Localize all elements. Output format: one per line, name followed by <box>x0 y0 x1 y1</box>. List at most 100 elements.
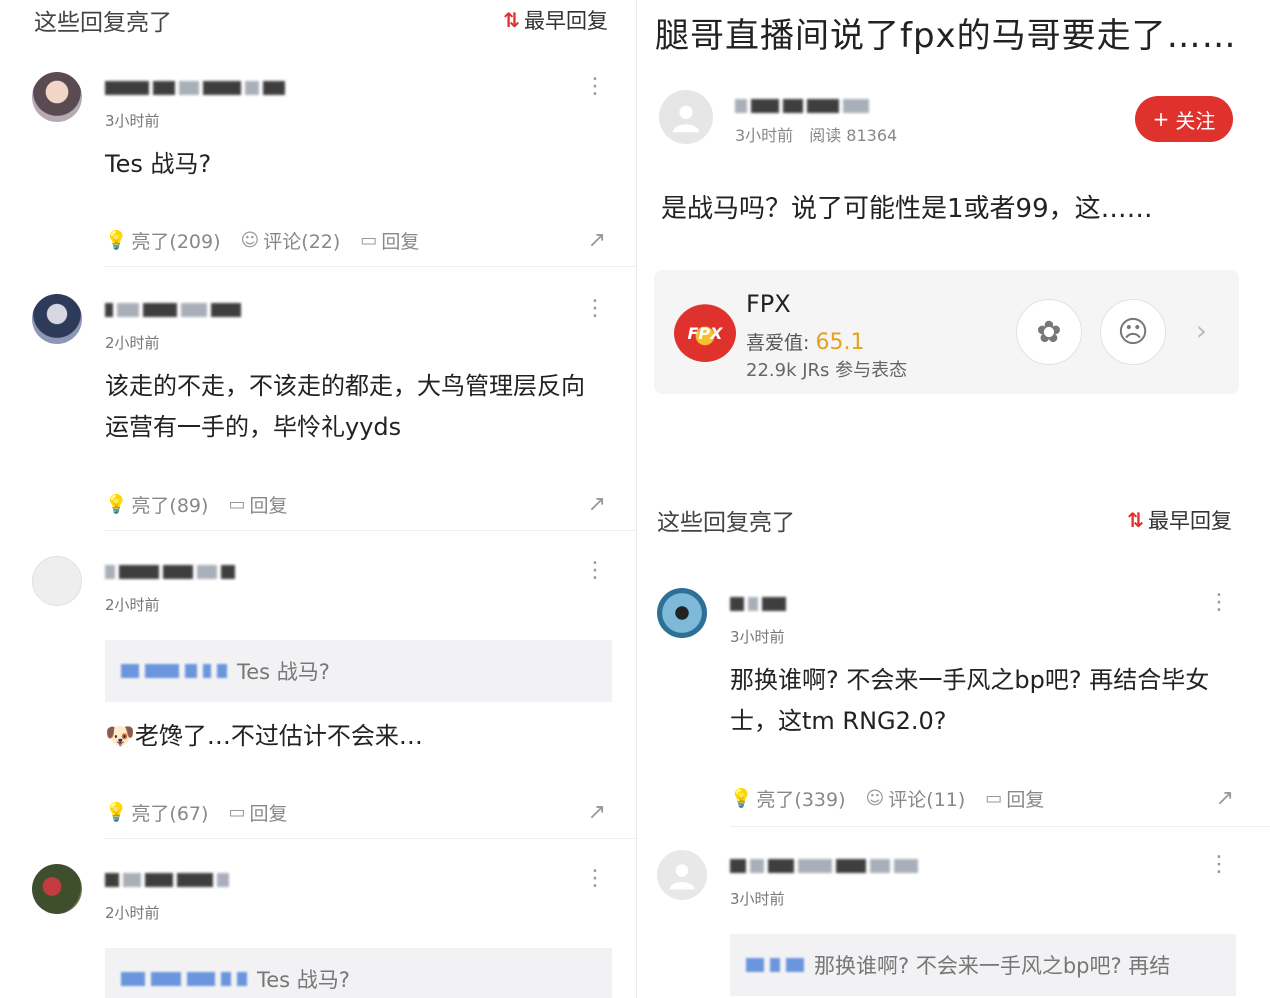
comment-time: 3小时前 <box>730 628 785 646</box>
quoted-username-blurred <box>746 958 804 972</box>
bright-replies-header: 这些回复亮了 ⇅ 最早回复 <box>34 0 608 40</box>
comment-text: Tes 战马? <box>105 150 212 178</box>
left-thread-panel: 这些回复亮了 ⇅ 最早回复 3小时前 ⋮ Tes 战马? 💡 亮了(209) ☺ 评… <box>0 0 637 998</box>
avatar[interactable] <box>32 864 82 914</box>
comment-line: 那换谁啊? 不会来一手风之bp吧? 再结合毕女 <box>730 666 1210 694</box>
avatar[interactable] <box>657 850 707 900</box>
more-options-icon[interactable]: ⋮ <box>584 298 606 320</box>
username-blurred[interactable] <box>730 854 918 878</box>
comment-time: 2小时前 <box>105 596 160 614</box>
reply-label: 回复 <box>1006 788 1045 811</box>
author-name-blurred[interactable] <box>735 94 869 118</box>
plus-icon: + <box>1152 107 1170 131</box>
comment-icon: ☺ <box>865 787 885 809</box>
team-name: FPX <box>746 290 791 318</box>
reply-button[interactable]: ▭ 回复 <box>228 491 287 518</box>
reply-button[interactable]: ▭ 回复 <box>228 799 287 826</box>
username-blurred[interactable] <box>105 868 229 892</box>
divider <box>730 826 1270 827</box>
like-button[interactable]: 💡 亮了(339) <box>730 785 846 812</box>
lightbulb-icon: 💡 <box>105 493 128 515</box>
like-button[interactable]: 💡 亮了(209) <box>105 227 221 254</box>
like-label: 亮了(209) <box>131 230 221 253</box>
sort-button[interactable]: ⇅ 最早回复 <box>503 5 608 35</box>
more-options-icon[interactable]: ⋮ <box>584 76 606 98</box>
quoted-text: 那换谁啊? 不会来一手风之bp吧? 再结 <box>814 954 1171 978</box>
default-avatar-icon <box>669 864 695 890</box>
comment-line: 运营有一手的，毕怜礼yyds <box>105 413 402 441</box>
divider <box>105 266 636 267</box>
like-label: 亮了(339) <box>756 788 846 811</box>
quoted-username-blurred <box>121 972 247 986</box>
comment-text: 该走的不走，不该走的都走，大鸟管理层反向 运营有一手的，毕怜礼yyds <box>105 366 606 448</box>
quoted-reply[interactable]: Tes 战马? <box>105 948 612 998</box>
comment-time: 2小时前 <box>105 904 160 922</box>
reply-button[interactable]: ▭ 回复 <box>360 227 419 254</box>
reply-label: 回复 <box>381 230 420 253</box>
lightbulb-icon: 💡 <box>105 801 128 823</box>
divider <box>105 530 636 531</box>
reply-label: 回复 <box>249 802 288 825</box>
username-blurred[interactable] <box>105 76 285 100</box>
comment-icon: ☺ <box>240 229 260 251</box>
comment-actions: 💡 亮了(339) ☺ 评论(11) ▭ 回复 ↗ <box>730 782 1234 814</box>
comment-button[interactable]: ☺ 评论(11) <box>866 785 966 812</box>
like-button[interactable]: 💡 亮了(67) <box>105 799 208 826</box>
reply-button[interactable]: ▭ 回复 <box>985 785 1044 812</box>
more-options-icon[interactable]: ⋮ <box>1208 592 1230 614</box>
username-blurred[interactable] <box>105 560 235 584</box>
team-card[interactable]: FPX FPX 喜爱值: 65.1 22.9k JRs 参与表态 ✿ ☹ › <box>654 270 1239 394</box>
sort-icon: ⇅ <box>1127 508 1144 532</box>
author-avatar[interactable] <box>659 90 713 144</box>
username-blurred[interactable] <box>105 298 241 322</box>
more-options-icon[interactable]: ⋮ <box>1208 854 1230 876</box>
more-options-icon[interactable]: ⋮ <box>584 868 606 890</box>
comment-button[interactable]: ☺ 评论(22) <box>241 227 341 254</box>
divider <box>105 838 636 839</box>
reply-label: 回复 <box>249 494 288 517</box>
follow-label: 关注 <box>1175 108 1216 133</box>
quoted-reply[interactable]: 那换谁啊? 不会来一手风之bp吧? 再结 <box>730 934 1236 996</box>
dizzy-face-reaction-button[interactable]: ☹ <box>1100 299 1166 365</box>
default-avatar-icon <box>672 105 700 133</box>
share-icon[interactable]: ↗ <box>588 228 606 253</box>
post-time: 3小时前 <box>735 126 794 145</box>
follow-button[interactable]: + 关注 <box>1135 96 1233 142</box>
read-count: 阅读 81364 <box>809 126 898 145</box>
comment-time: 3小时前 <box>105 112 160 130</box>
more-options-icon[interactable]: ⋮ <box>584 560 606 582</box>
like-button[interactable]: 💡 亮了(89) <box>105 491 208 518</box>
avatar[interactable] <box>657 588 707 638</box>
team-participants: 22.9k JRs 参与表态 <box>746 360 908 381</box>
sort-button[interactable]: ⇅ 最早回复 <box>1127 505 1232 535</box>
reply-icon: ▭ <box>228 801 246 823</box>
share-icon[interactable]: ↗ <box>588 800 606 825</box>
comment-actions: 💡 亮了(89) ▭ 回复 ↗ <box>105 488 606 520</box>
avatar[interactable] <box>32 556 82 606</box>
post-meta: 3小时前 阅读 81364 <box>735 122 897 146</box>
fav-label: 喜爱值: <box>746 332 810 354</box>
comment-actions: 💡 亮了(209) ☺ 评论(22) ▭ 回复 ↗ <box>105 224 606 256</box>
flower-reaction-button[interactable]: ✿ <box>1016 299 1082 365</box>
comment-label: 评论(11) <box>888 788 966 811</box>
comment-text: 🐶老馋了…不过估计不会来… <box>105 716 606 757</box>
team-favorability: 喜爱值: 65.1 <box>746 328 864 355</box>
reply-icon: ▭ <box>985 787 1003 809</box>
section-title: 这些回复亮了 <box>34 10 172 36</box>
bright-replies-header: 这些回复亮了 ⇅ 最早回复 <box>657 500 1232 540</box>
quoted-text: Tes 战马? <box>257 968 350 992</box>
quoted-reply[interactable]: Tes 战马? <box>105 640 612 702</box>
sort-label: 最早回复 <box>1148 509 1232 533</box>
avatar[interactable] <box>32 72 82 122</box>
right-post-panel: 腿哥直播间说了fpx的马哥要走了…… 3小时前 阅读 81364 + 关注 是战… <box>637 0 1270 998</box>
chevron-right-icon[interactable]: › <box>1196 314 1207 347</box>
comment-time: 2小时前 <box>105 334 160 352</box>
comment-line: 士，这tm RNG2.0? <box>730 707 947 735</box>
share-icon[interactable]: ↗ <box>1216 786 1234 811</box>
post-body: 是战马吗？说了可能性是1或者99，这…… <box>661 194 1153 224</box>
share-icon[interactable]: ↗ <box>588 492 606 517</box>
avatar[interactable] <box>32 294 82 344</box>
username-blurred[interactable] <box>730 592 786 616</box>
comment-actions: 💡 亮了(67) ▭ 回复 ↗ <box>105 796 606 828</box>
lightbulb-icon: 💡 <box>730 787 753 809</box>
